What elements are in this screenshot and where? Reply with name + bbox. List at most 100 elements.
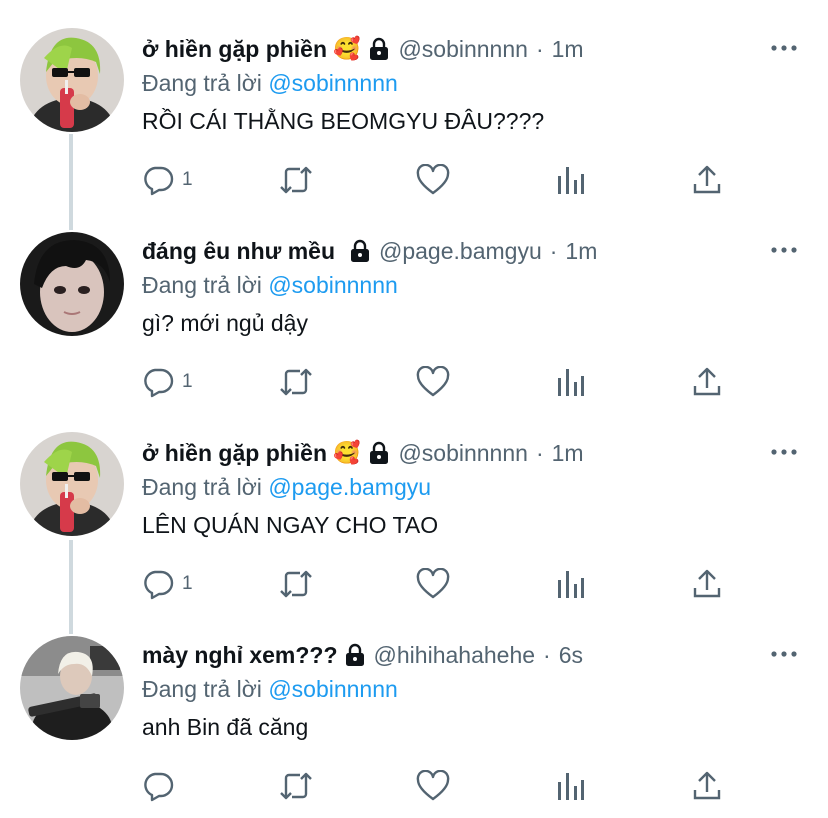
tweet-header: ở hiền gặp phiền 🥰 @sobinnnnn · 1m [142, 436, 584, 470]
tweet-text: LÊN QUÁN NGAY CHO TAO [142, 512, 439, 538]
retweet-icon [280, 166, 312, 194]
like-button[interactable] [416, 364, 450, 400]
share-button[interactable] [692, 162, 722, 198]
more-icon[interactable] [770, 36, 798, 60]
analytics-icon [558, 571, 584, 598]
more-icon[interactable] [770, 440, 798, 464]
more-icon[interactable] [770, 238, 798, 262]
reply-icon [144, 772, 174, 802]
lock-icon [368, 37, 390, 61]
like-button[interactable] [416, 566, 450, 602]
user-handle[interactable]: @page.bamgyu [379, 238, 542, 265]
reply-button[interactable]: 1 [142, 566, 193, 602]
mention-link[interactable]: @sobinnnnn [268, 70, 398, 96]
reply-icon [144, 368, 174, 398]
separator: · [549, 237, 558, 264]
replying-to-label: Đang trả lời [142, 70, 262, 96]
heart-icon [416, 366, 450, 397]
reply-button[interactable] [142, 768, 182, 804]
share-button[interactable] [692, 364, 722, 400]
lock-icon [349, 239, 371, 263]
reply-icon [144, 570, 174, 600]
share-button[interactable] [692, 566, 722, 602]
avatar[interactable] [20, 432, 124, 536]
replying-to-line: Đang trả lời @sobinnnnn [142, 272, 398, 299]
reply-count: 1 [182, 573, 193, 594]
analytics-button[interactable] [556, 768, 586, 804]
share-icon [693, 771, 721, 800]
name-emoji: 🥰 [333, 440, 361, 465]
analytics-button[interactable] [556, 162, 586, 198]
replying-to-label: Đang trả lời [142, 676, 262, 702]
display-name[interactable]: ở hiền gặp phiền [142, 36, 327, 63]
tweet[interactable]: ở hiền gặp phiền 🥰 @sobinnnnn · 1m Đang … [0, 28, 828, 202]
analytics-button[interactable] [556, 364, 586, 400]
avatar[interactable] [20, 636, 124, 740]
tweet-actions [0, 768, 828, 804]
share-icon [693, 165, 721, 194]
tweet-text: anh Bin đã căng [142, 714, 309, 740]
mention-link[interactable]: @page.bamgyu [268, 474, 431, 500]
retweet-button[interactable] [278, 768, 314, 804]
replying-to-label: Đang trả lời [142, 272, 262, 298]
share-icon [693, 367, 721, 396]
retweet-button[interactable] [278, 566, 314, 602]
reply-count: 1 [182, 371, 193, 392]
tweet-header: đáng êu như mều @page.bamgyu · 1m [142, 234, 597, 268]
replying-to-line: Đang trả lời @sobinnnnn [142, 676, 398, 703]
user-handle[interactable]: @hihihahahehe [374, 642, 535, 669]
lock-icon [344, 643, 366, 667]
retweet-button[interactable] [278, 364, 314, 400]
display-name[interactable]: đáng êu như mều [142, 238, 335, 265]
mention-link[interactable]: @sobinnnnn [268, 676, 398, 702]
like-button[interactable] [416, 162, 450, 198]
replying-to-line: Đang trả lời @sobinnnnn [142, 70, 398, 97]
analytics-icon [558, 167, 584, 194]
share-icon [693, 569, 721, 598]
retweet-icon [280, 368, 312, 396]
analytics-button[interactable] [556, 566, 586, 602]
retweet-icon [280, 772, 312, 800]
user-handle[interactable]: @sobinnnnn [398, 440, 528, 467]
retweet-button[interactable] [278, 162, 314, 198]
display-name[interactable]: mày nghỉ xem??? [142, 642, 338, 669]
heart-icon [416, 770, 450, 801]
avatar[interactable] [20, 232, 124, 336]
share-button[interactable] [692, 768, 722, 804]
like-button[interactable] [416, 768, 450, 804]
avatar[interactable] [20, 28, 124, 132]
separator: · [543, 641, 551, 668]
mention-link[interactable]: @sobinnnnn [268, 272, 398, 298]
reply-icon [144, 166, 174, 196]
tweet-header: ở hiền gặp phiền 🥰 @sobinnnnn · 1m [142, 32, 584, 66]
separator: · [535, 439, 544, 466]
tweet-actions: 1 [0, 364, 828, 400]
heart-icon [416, 568, 450, 599]
tweet-text: RỒI CÁI THẰNG BEOMGYU ĐÂU???? [142, 108, 545, 134]
timestamp[interactable]: 1m [552, 440, 584, 467]
heart-icon [416, 164, 450, 195]
name-emoji: 🥰 [333, 36, 361, 61]
user-handle[interactable]: @sobinnnnn [398, 36, 528, 63]
reply-button[interactable]: 1 [142, 364, 193, 400]
tweet-actions: 1 [0, 162, 828, 198]
tweet[interactable]: ở hiền gặp phiền 🥰 @sobinnnnn · 1m Đang … [0, 432, 828, 606]
separator: · [535, 35, 544, 62]
analytics-icon [558, 773, 584, 800]
timestamp[interactable]: 1m [552, 36, 584, 63]
analytics-icon [558, 369, 584, 396]
replying-to-line: Đang trả lời @page.bamgyu [142, 474, 431, 501]
tweet[interactable]: mày nghỉ xem??? @hihihahahehe · 6s Đang … [0, 636, 828, 808]
tweet[interactable]: đáng êu như mều @page.bamgyu · 1m Đang t… [0, 232, 828, 404]
retweet-icon [280, 570, 312, 598]
reply-count: 1 [182, 169, 193, 190]
tweet-header: mày nghỉ xem??? @hihihahahehe · 6s [142, 638, 583, 672]
display-name[interactable]: ở hiền gặp phiền [142, 440, 327, 467]
more-icon[interactable] [770, 642, 798, 666]
tweet-text: gì? mới ngủ dậy [142, 310, 308, 336]
timestamp[interactable]: 6s [559, 642, 583, 669]
timestamp[interactable]: 1m [565, 238, 597, 265]
replying-to-label: Đang trả lời [142, 474, 262, 500]
reply-button[interactable]: 1 [142, 162, 193, 198]
tweet-actions: 1 [0, 566, 828, 602]
